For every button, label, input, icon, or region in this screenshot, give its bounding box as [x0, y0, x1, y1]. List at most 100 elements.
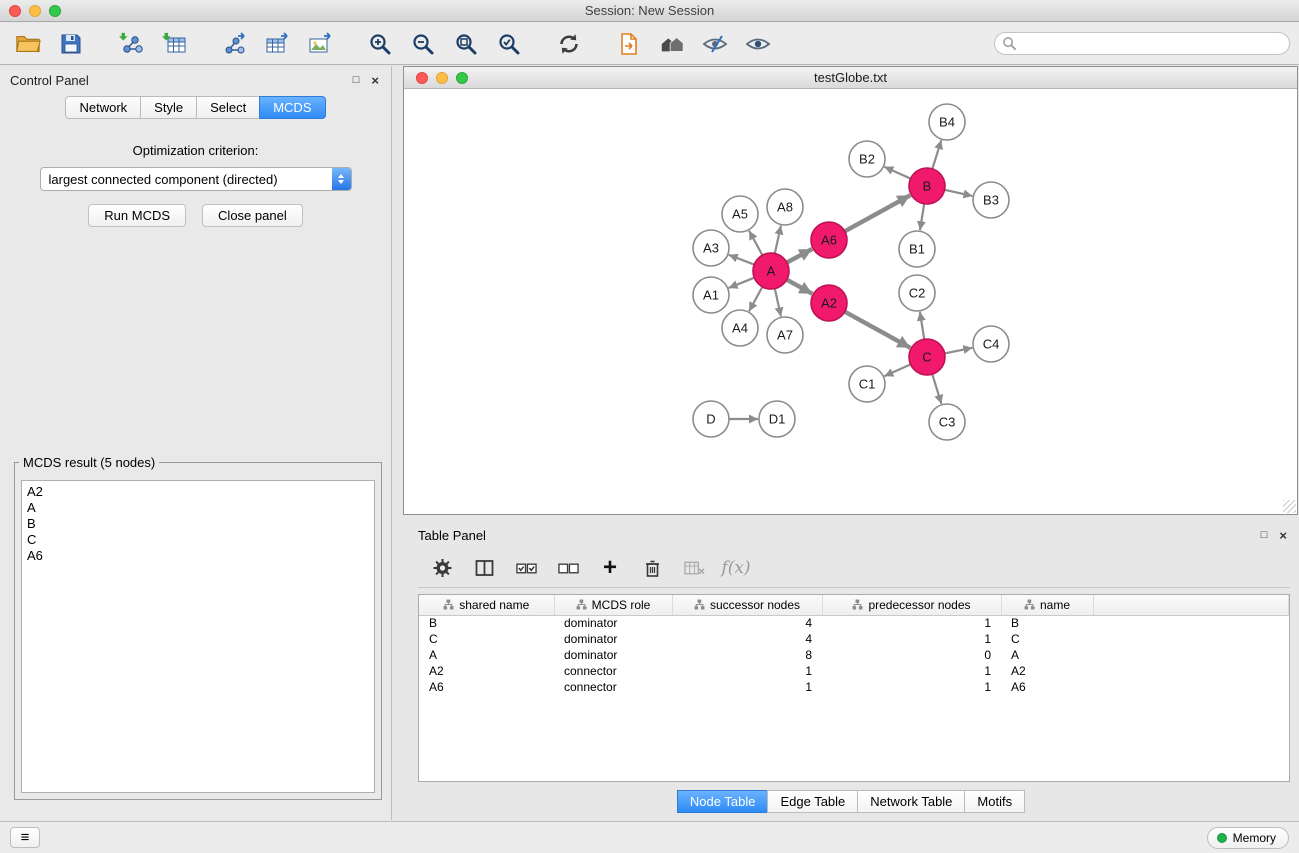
- save-session-button[interactable]: [53, 27, 89, 61]
- cell-shared-name[interactable]: A2: [419, 663, 554, 679]
- graph-edge-B-B1[interactable]: [920, 204, 924, 230]
- cell-name[interactable]: A2: [1001, 663, 1093, 679]
- cell-predecessor-nodes[interactable]: 0: [822, 647, 1001, 663]
- float-table-panel-icon[interactable]: □: [1261, 530, 1268, 541]
- cell-successor-nodes[interactable]: 4: [672, 615, 822, 631]
- graph-edge-B-B4[interactable]: [932, 140, 941, 169]
- export-table-button[interactable]: [259, 27, 295, 61]
- deselect-all-button[interactable]: [552, 552, 584, 584]
- cell-mcds-role[interactable]: connector: [554, 679, 672, 695]
- search-input[interactable]: [994, 32, 1290, 55]
- cell-mcds-role[interactable]: dominator: [554, 615, 672, 631]
- cell-shared-name[interactable]: C: [419, 631, 554, 647]
- network-zoom-button[interactable]: [456, 72, 468, 84]
- import-table-button[interactable]: [156, 27, 192, 61]
- cell-shared-name[interactable]: A6: [419, 679, 554, 695]
- tab-edge-table[interactable]: Edge Table: [767, 790, 858, 813]
- zoom-out-button[interactable]: [405, 27, 441, 61]
- column-header-mcds-role[interactable]: MCDS role: [554, 595, 672, 615]
- open-document-button[interactable]: [611, 27, 647, 61]
- graph-edge-A6-B[interactable]: [845, 195, 911, 231]
- import-network-button[interactable]: [113, 27, 149, 61]
- tab-network-table[interactable]: Network Table: [857, 790, 965, 813]
- graph-edge-A-A2[interactable]: [787, 280, 813, 294]
- cell-name[interactable]: C: [1001, 631, 1093, 647]
- resize-grip[interactable]: [1283, 500, 1296, 513]
- column-header-predecessor-nodes[interactable]: predecessor nodes: [822, 595, 1001, 615]
- network-close-button[interactable]: [416, 72, 428, 84]
- cell-shared-name[interactable]: A: [419, 647, 554, 663]
- graph-edge-C-C2[interactable]: [920, 312, 924, 339]
- table-row[interactable]: Bdominator41B: [419, 615, 1289, 631]
- home-button[interactable]: [654, 27, 690, 61]
- close-table-panel-icon[interactable]: ×: [1279, 529, 1287, 542]
- open-file-button[interactable]: [10, 27, 46, 61]
- network-graph[interactable]: AA1A2A3A4A5A6A7A8BB1B2B3B4CC1C2C3C4DD1: [404, 89, 1297, 514]
- mcds-result-item[interactable]: A2: [27, 484, 369, 500]
- mcds-result-list[interactable]: A2ABCA6: [21, 480, 375, 793]
- zoom-selected-button[interactable]: [491, 27, 527, 61]
- graph-edge-C-C3[interactable]: [932, 374, 941, 404]
- graph-edge-A-A1[interactable]: [729, 278, 755, 288]
- network-minimize-button[interactable]: [436, 72, 448, 84]
- cell-successor-nodes[interactable]: 1: [672, 679, 822, 695]
- graph-edge-C-C4[interactable]: [945, 348, 973, 354]
- column-header-name[interactable]: name: [1001, 595, 1093, 615]
- mcds-result-item[interactable]: A6: [27, 548, 369, 564]
- export-network-button[interactable]: [216, 27, 252, 61]
- function-builder-button[interactable]: f(x): [720, 552, 752, 584]
- delete-column-button[interactable]: [636, 552, 668, 584]
- tab-motifs[interactable]: Motifs: [964, 790, 1025, 813]
- tab-node-table[interactable]: Node Table: [677, 790, 769, 813]
- graph-edge-A-A7[interactable]: [775, 289, 781, 317]
- criterion-dropdown[interactable]: largest connected component (directed): [40, 167, 352, 191]
- cell-predecessor-nodes[interactable]: 1: [822, 679, 1001, 695]
- run-mcds-button[interactable]: Run MCDS: [88, 204, 186, 227]
- hide-details-button[interactable]: [697, 27, 733, 61]
- cell-mcds-role[interactable]: dominator: [554, 647, 672, 663]
- cell-shared-name[interactable]: B: [419, 615, 554, 631]
- table-row[interactable]: Adominator80A: [419, 647, 1289, 663]
- mcds-result-item[interactable]: A: [27, 500, 369, 516]
- cell-name[interactable]: A: [1001, 647, 1093, 663]
- tab-mcds[interactable]: MCDS: [259, 96, 325, 119]
- zoom-in-button[interactable]: [362, 27, 398, 61]
- show-details-button[interactable]: [740, 27, 776, 61]
- memory-button[interactable]: Memory: [1207, 827, 1289, 849]
- cell-successor-nodes[interactable]: 8: [672, 647, 822, 663]
- cell-successor-nodes[interactable]: 1: [672, 663, 822, 679]
- table-row[interactable]: Cdominator41C: [419, 631, 1289, 647]
- close-panel-icon[interactable]: ×: [371, 74, 379, 87]
- graph-edge-A-A4[interactable]: [749, 287, 762, 311]
- graph-edge-A2-C[interactable]: [845, 312, 911, 348]
- float-panel-icon[interactable]: □: [353, 75, 360, 86]
- tab-style[interactable]: Style: [140, 96, 197, 119]
- show-columns-button[interactable]: [468, 552, 500, 584]
- cell-name[interactable]: B: [1001, 615, 1093, 631]
- column-header-successor-nodes[interactable]: successor nodes: [672, 595, 822, 615]
- mcds-result-item[interactable]: B: [27, 516, 369, 532]
- select-all-button[interactable]: [510, 552, 542, 584]
- cell-name[interactable]: A6: [1001, 679, 1093, 695]
- table-row[interactable]: A2connector11A2: [419, 663, 1289, 679]
- tab-select[interactable]: Select: [196, 96, 260, 119]
- cell-mcds-role[interactable]: dominator: [554, 631, 672, 647]
- cell-predecessor-nodes[interactable]: 1: [822, 663, 1001, 679]
- cell-predecessor-nodes[interactable]: 1: [822, 615, 1001, 631]
- graph-edge-B-B2[interactable]: [884, 167, 910, 179]
- delete-table-button[interactable]: [678, 552, 710, 584]
- cell-mcds-role[interactable]: connector: [554, 663, 672, 679]
- apply-layout-button[interactable]: [551, 27, 587, 61]
- task-history-button[interactable]: ≡: [10, 827, 40, 848]
- zoom-fit-button[interactable]: [448, 27, 484, 61]
- graph-edge-C-C1[interactable]: [884, 364, 910, 376]
- graph-edge-A-A3[interactable]: [729, 255, 754, 265]
- tab-network[interactable]: Network: [65, 96, 141, 119]
- zoom-window-button[interactable]: [49, 5, 61, 17]
- cell-successor-nodes[interactable]: 4: [672, 631, 822, 647]
- graph-edge-B-B3[interactable]: [945, 190, 973, 196]
- mcds-result-item[interactable]: C: [27, 532, 369, 548]
- table-settings-button[interactable]: [426, 552, 458, 584]
- close-panel-button[interactable]: Close panel: [202, 204, 303, 227]
- network-view[interactable]: AA1A2A3A4A5A6A7A8BB1B2B3B4CC1C2C3C4DD1: [404, 89, 1297, 514]
